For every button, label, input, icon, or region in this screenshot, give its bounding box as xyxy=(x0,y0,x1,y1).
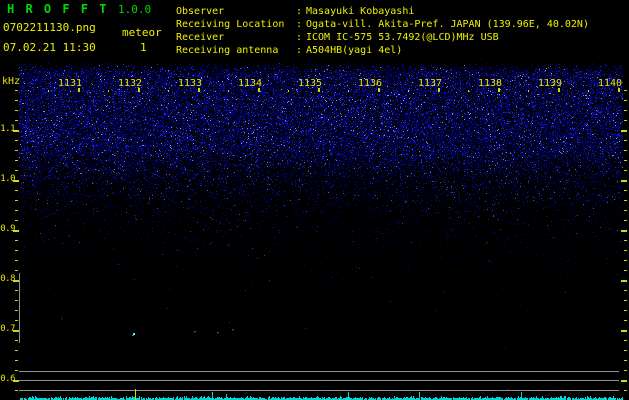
x-tick-label: 1132 xyxy=(118,78,143,89)
x-tick-label: 1133 xyxy=(178,78,203,89)
x-tick-label: 1136 xyxy=(358,78,383,89)
app-version: 1.0.0 xyxy=(118,3,152,16)
info-value: Masayuki Kobayashi xyxy=(306,6,415,17)
y-tick-label: 0.6 xyxy=(0,374,15,384)
info-label: Receiver xyxy=(176,32,225,43)
info-label: Receiving antenna xyxy=(176,45,279,56)
x-tick-label: 1137 xyxy=(418,78,443,89)
info-colon: : xyxy=(296,6,303,17)
hrofft-window: H R O F F T 1.0.0 0702211130.png meteor … xyxy=(0,0,629,400)
info-row-observer: Observer: Masayuki Kobayashi xyxy=(176,6,589,19)
x-tick-label: 1139 xyxy=(538,78,563,89)
y-tick-label: 1.0 xyxy=(0,174,15,184)
y-tick-label: 1.1 xyxy=(0,124,15,134)
mode-label: meteor xyxy=(122,26,162,39)
info-value: A504HB(yagi 4el) xyxy=(306,45,403,56)
info-value: Ogata-vill. Akita-Pref. JAPAN (139.96E, … xyxy=(306,19,589,30)
info-row-antenna: Receiving antenna: A504HB(yagi 4el) xyxy=(176,45,589,58)
x-tick-label: 1140 xyxy=(598,78,623,89)
info-label: Observer xyxy=(176,6,225,17)
y-axis-unit-label: kHz xyxy=(2,76,21,87)
info-colon: : xyxy=(296,45,303,56)
y-tick-label: 0.9 xyxy=(0,224,15,234)
date-time: 07.02.21 11:30 xyxy=(3,41,96,54)
x-tick-label: 1134 xyxy=(238,78,263,89)
output-filename: 0702211130.png xyxy=(3,21,96,34)
station-info: Observer: Masayuki Kobayashi Receiving Lo… xyxy=(176,6,589,58)
y-tick-label: 0.7 xyxy=(0,324,15,334)
spectrogram-canvas xyxy=(0,0,629,400)
info-label: Receiving Location xyxy=(176,19,285,30)
info-colon: : xyxy=(296,19,303,30)
meteor-count-value: 1 xyxy=(140,41,147,54)
info-row-location: Receiving Location: Ogata-vill. Akita-Pre… xyxy=(176,19,589,32)
app-title: H R O F F T xyxy=(7,2,109,16)
x-tick-label: 1131 xyxy=(58,78,83,89)
info-colon: : xyxy=(296,32,303,43)
info-row-receiver: Receiver: ICOM IC-575 53.7492(@LCD)MHz US… xyxy=(176,32,589,45)
y-tick-label: 0.8 xyxy=(0,274,15,284)
x-tick-label: 1138 xyxy=(478,78,503,89)
x-tick-label: 1135 xyxy=(298,78,323,89)
info-value: ICOM IC-575 53.7492(@LCD)MHz USB xyxy=(306,32,499,43)
